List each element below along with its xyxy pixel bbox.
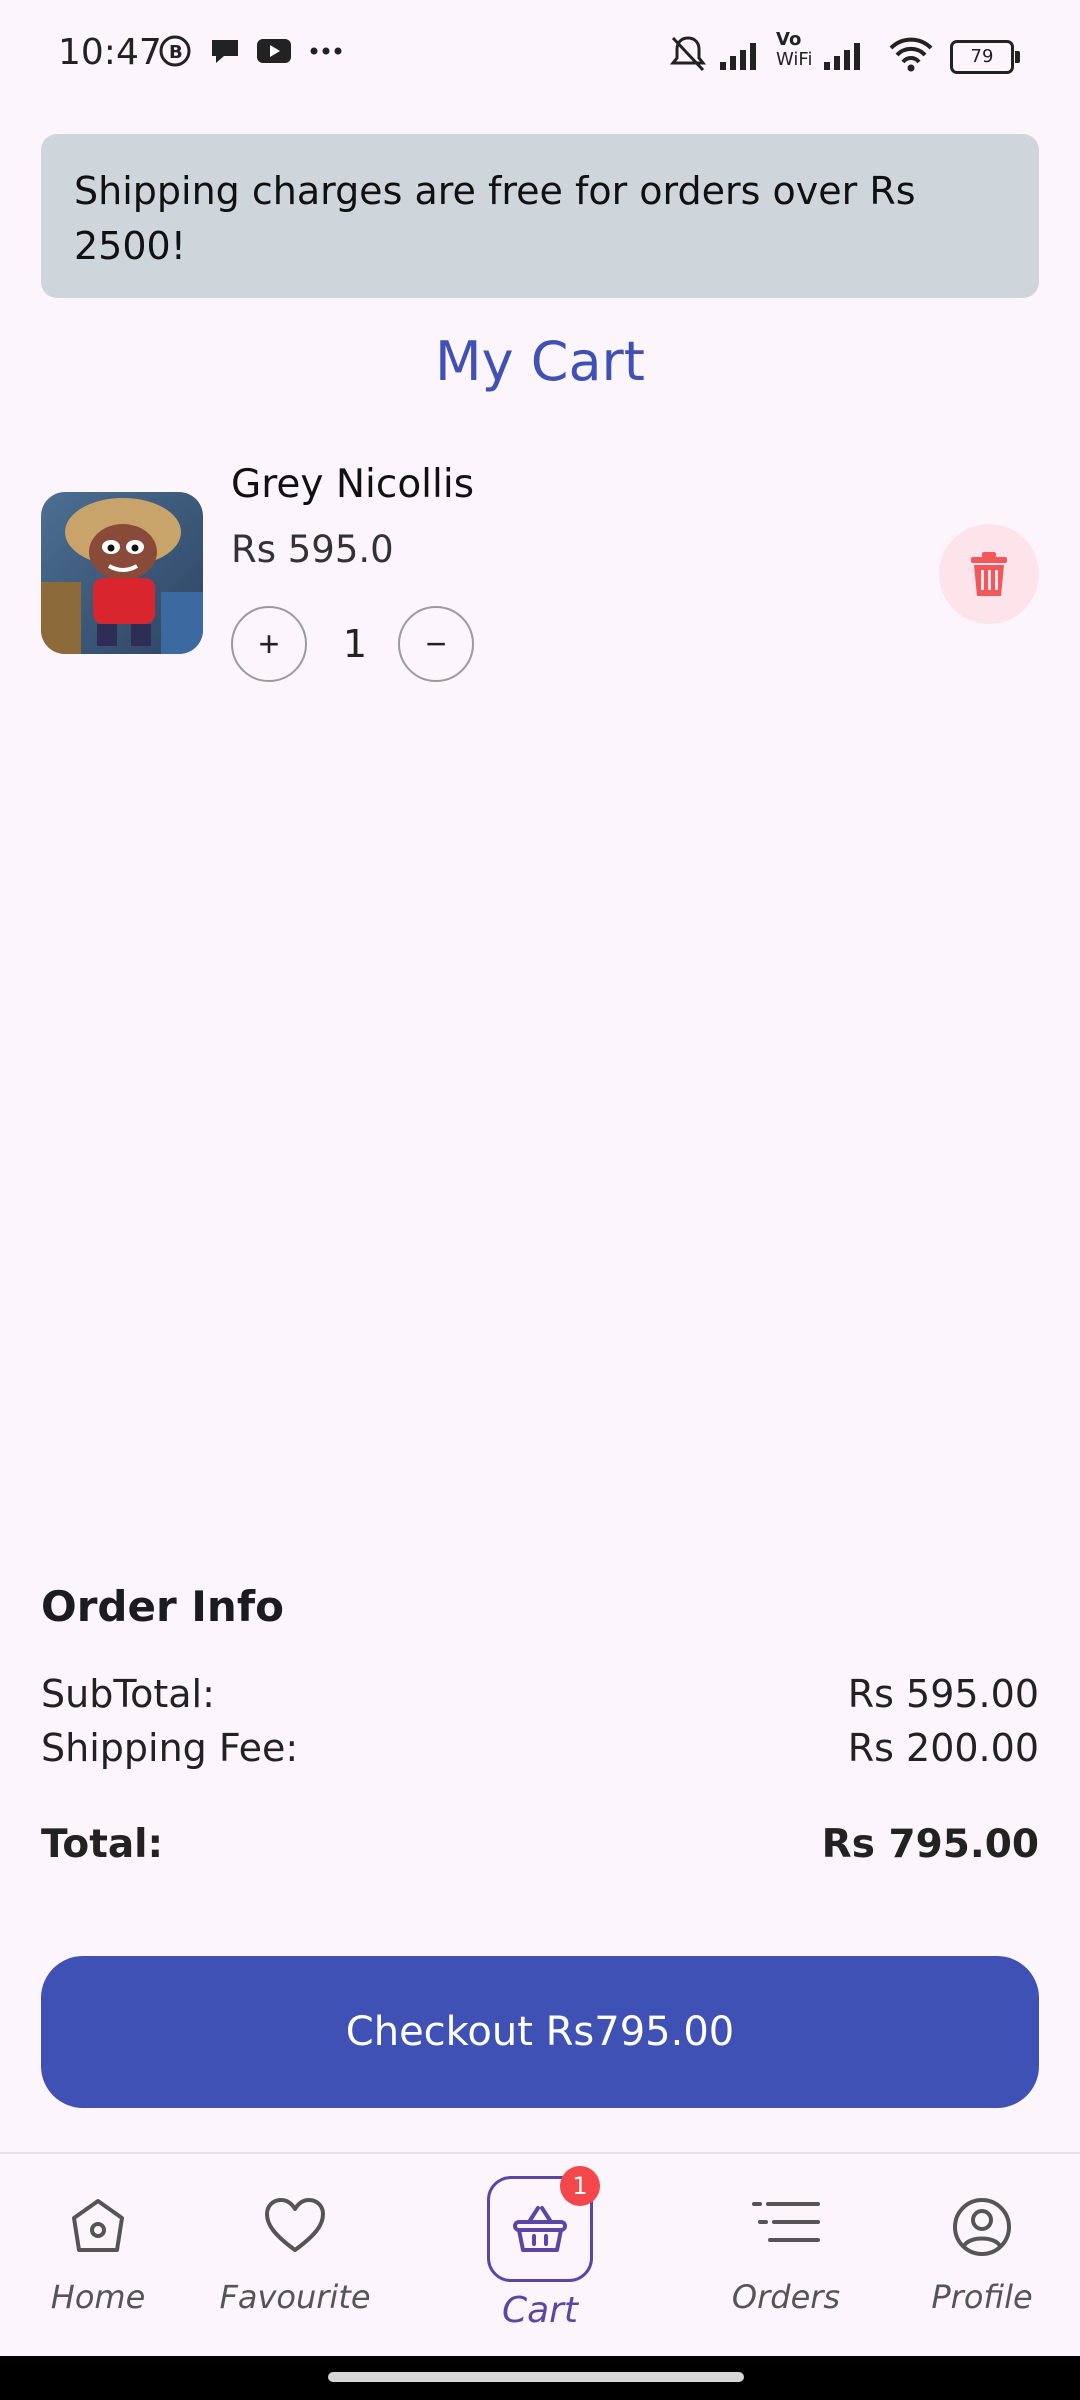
subtotal-value: Rs 595.00 xyxy=(847,1672,1039,1716)
nav-cart-label: Cart xyxy=(501,2290,579,2331)
nav-orders-label: Orders xyxy=(731,2278,841,2316)
order-info-title: Order Info xyxy=(41,1582,284,1631)
total-value: Rs 795.00 xyxy=(821,1822,1039,1867)
battery-icon: 79 xyxy=(950,40,1020,74)
chat-icon xyxy=(212,40,238,63)
basket-icon xyxy=(513,2206,567,2252)
trash-icon xyxy=(971,552,1007,596)
checkout-button[interactable]: Checkout Rs795.00 xyxy=(41,1956,1039,2108)
profile-icon xyxy=(953,2198,1011,2256)
shipping-fee-label: Shipping Fee: xyxy=(41,1726,299,1770)
product-image xyxy=(41,492,203,654)
nav-favourite[interactable]: Favourite xyxy=(215,2154,375,2358)
nav-home[interactable]: Home xyxy=(18,2154,178,2358)
minus-icon: − xyxy=(425,623,447,664)
nav-profile[interactable]: Profile xyxy=(902,2154,1062,2358)
subtotal-label: SubTotal: xyxy=(41,1672,215,1716)
delete-item-button[interactable] xyxy=(939,524,1039,624)
status-time: 10:47 xyxy=(58,32,162,73)
free-shipping-banner: Shipping charges are free for orders ove… xyxy=(41,134,1039,298)
home-gesture-handle[interactable] xyxy=(328,2372,744,2382)
more-icon xyxy=(310,47,342,55)
nav-profile-label: Profile xyxy=(931,2278,1033,2316)
signal-icon xyxy=(720,43,756,70)
plus-icon: + xyxy=(258,623,280,664)
signal-icon xyxy=(824,43,860,70)
gesture-bar xyxy=(0,2356,1080,2400)
shipping-fee-value: Rs 200.00 xyxy=(847,1726,1039,1770)
vowifi-icon: Vo WiFi xyxy=(776,29,813,70)
nav-orders[interactable]: Orders xyxy=(706,2154,866,2358)
total-label: Total: xyxy=(41,1822,164,1867)
increase-quantity-button[interactable]: + xyxy=(231,606,307,682)
nav-favourite-label: Favourite xyxy=(219,2278,371,2316)
wifi-icon xyxy=(889,37,933,72)
page-title: My Cart xyxy=(435,330,645,393)
product-price: Rs 595.0 xyxy=(231,528,394,571)
list-icon xyxy=(752,2202,820,2242)
b-icon: B xyxy=(159,35,191,67)
svg-text:B: B xyxy=(169,42,183,63)
bottom-navigation: Home Favourite 1 Cart Orders Profile xyxy=(0,2152,1080,2358)
cart-badge: 1 xyxy=(560,2166,600,2206)
nav-cart[interactable]: 1 Cart xyxy=(460,2154,620,2358)
home-icon xyxy=(72,2199,124,2252)
youtube-icon xyxy=(257,39,291,63)
quantity-value: 1 xyxy=(342,622,368,666)
nav-home-label: Home xyxy=(50,2278,146,2316)
heart-icon xyxy=(265,2198,325,2252)
product-name: Grey Nicollis xyxy=(231,462,475,507)
status-bar: 10:47 B Vo WiFi 79 xyxy=(0,0,1080,110)
decrease-quantity-button[interactable]: − xyxy=(398,606,474,682)
mute-icon xyxy=(669,36,707,72)
